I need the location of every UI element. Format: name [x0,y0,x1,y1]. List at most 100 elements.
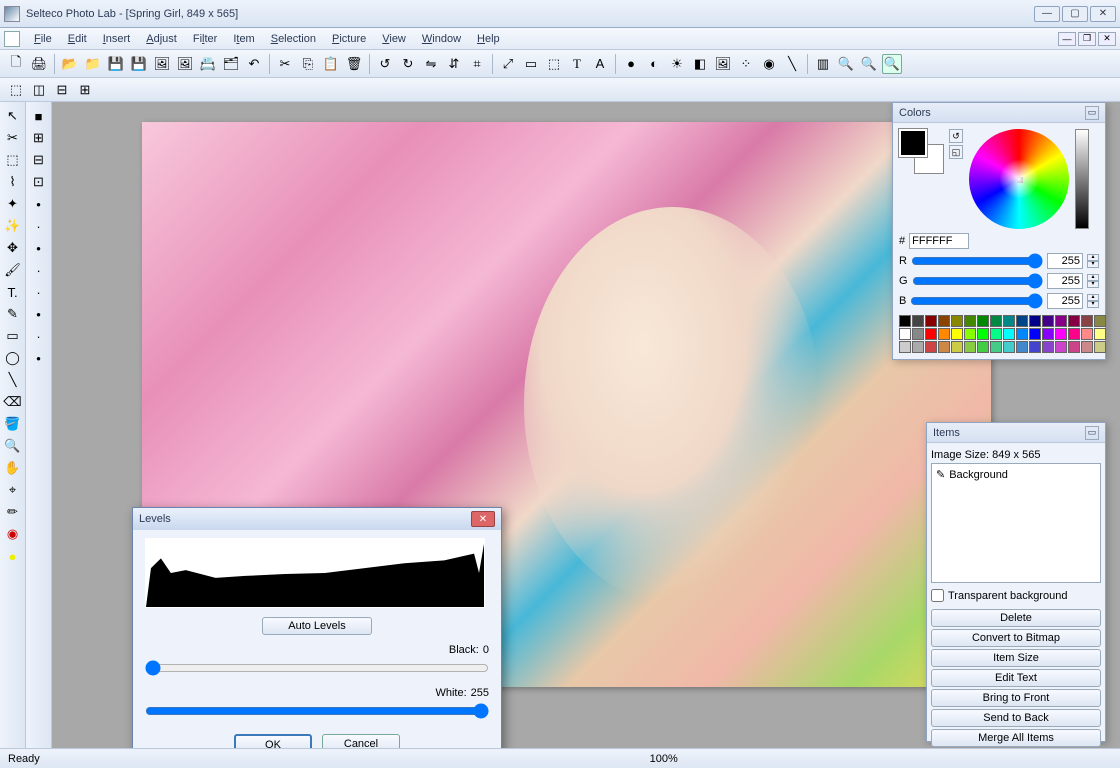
image-icon[interactable]: 🖼 [713,54,733,74]
sel-grow-icon[interactable]: ⊞ [75,80,95,100]
new-icon[interactable]: 🗋 [6,54,26,74]
r-dn[interactable]: ▾ [1087,261,1099,268]
palette-swatch[interactable] [951,315,963,327]
r-up[interactable]: ▴ [1087,254,1099,261]
rotate-left-icon[interactable]: ↺ [375,54,395,74]
palette-swatch[interactable] [951,328,963,340]
brush-dot1[interactable]: • [28,194,50,214]
palette-swatch[interactable] [938,341,950,353]
hex-input[interactable] [909,233,969,249]
palette-swatch[interactable] [1003,315,1015,327]
sel-shrink-icon[interactable]: ⊟ [52,80,72,100]
levels-close-icon[interactable]: ✕ [471,511,495,527]
items-close-icon[interactable]: ▭ [1085,426,1099,440]
menu-help[interactable]: Help [469,31,508,47]
brush-dot6[interactable]: • [28,304,50,324]
palette-swatch[interactable] [1003,341,1015,353]
canvas-viewport[interactable]: Colors ▭ ↺ ◱ # [52,102,1120,748]
list-item[interactable]: ✎ Background [934,466,1098,483]
cancel-button[interactable]: Cancel [322,734,400,748]
b-slider[interactable] [910,293,1043,309]
r-slider[interactable] [911,253,1043,269]
eyedropper-tool[interactable]: ✎ [2,304,24,324]
palette-swatch[interactable] [912,315,924,327]
levels-titlebar[interactable]: Levels ✕ [133,508,501,530]
brush-tool[interactable]: 🖌 [2,260,24,280]
palette-swatch[interactable] [1016,341,1028,353]
eraser-tool[interactable]: ⌫ [2,392,24,412]
mdi-close[interactable]: ✕ [1098,32,1116,46]
palette-swatch[interactable] [1068,341,1080,353]
palette-swatch[interactable] [1055,315,1067,327]
palette-swatch[interactable] [1042,328,1054,340]
menu-filter[interactable]: Filter [185,31,225,47]
palette-swatch[interactable] [938,315,950,327]
shape-add-icon[interactable]: ⊞ [28,128,50,148]
palette-swatch[interactable] [925,341,937,353]
text-tool-icon[interactable]: T [567,54,587,74]
palette-swatch[interactable] [899,328,911,340]
palette-swatch[interactable] [964,341,976,353]
palette-swatch[interactable] [899,315,911,327]
color-balance-icon[interactable]: ⁘ [736,54,756,74]
auto-levels-button[interactable]: Auto Levels [262,617,372,635]
menu-edit[interactable]: Edit [60,31,95,47]
items-list[interactable]: ✎ Background [931,463,1101,583]
palette-swatch[interactable] [1042,315,1054,327]
palette-swatch[interactable] [1094,315,1106,327]
menu-adjust[interactable]: Adjust [138,31,185,47]
palette-swatch[interactable] [1042,341,1054,353]
selection-tool-icon[interactable]: ⬚ [544,54,564,74]
pointer-tool[interactable]: ↖ [2,106,24,126]
palette-swatch[interactable] [990,328,1002,340]
colors-header[interactable]: Colors ▭ [893,103,1105,123]
palette-swatch[interactable] [912,341,924,353]
palette-swatch[interactable] [925,315,937,327]
palette-swatch[interactable] [1081,328,1093,340]
font-icon[interactable]: A [590,54,610,74]
front-button[interactable]: Bring to Front [931,689,1101,707]
circle-icon[interactable]: ● [621,54,641,74]
palette-swatch[interactable] [1055,341,1067,353]
crop-icon[interactable]: ⌗ [467,54,487,74]
rotate-right-icon[interactable]: ↻ [398,54,418,74]
shape-sub-icon[interactable]: ⊟ [28,150,50,170]
highlight-tool[interactable]: ● [2,546,24,566]
import-icon[interactable]: 🖼 [175,54,195,74]
palette-swatch[interactable] [977,328,989,340]
hand-tool[interactable]: ✋ [2,458,24,478]
palette-swatch[interactable] [1081,341,1093,353]
shape-int-icon[interactable]: ⊡ [28,172,50,192]
menu-view[interactable]: View [374,31,414,47]
export-icon[interactable]: 🖼 [152,54,172,74]
browse-icon[interactable]: 🗂 [221,54,241,74]
transparent-checkbox[interactable] [931,589,944,602]
brush-dot2[interactable]: · [28,216,50,236]
brush-dot7[interactable]: · [28,326,50,346]
convert-button[interactable]: Convert to Bitmap [931,629,1101,647]
resize-icon[interactable]: ⤢ [498,54,518,74]
g-slider[interactable] [912,273,1043,289]
open-icon[interactable]: 📂 [60,54,80,74]
palette-swatch[interactable] [1003,328,1015,340]
palette-swatch[interactable] [1094,341,1106,353]
palette-swatch[interactable] [1029,328,1041,340]
hue-icon[interactable]: ◉ [759,54,779,74]
palette-swatch[interactable] [1068,328,1080,340]
undo-icon[interactable]: ↶ [244,54,264,74]
copy-icon[interactable]: ⎘ [298,54,318,74]
itemsize-button[interactable]: Item Size [931,649,1101,667]
flip-h-icon[interactable]: ⇋ [421,54,441,74]
palette-swatch[interactable] [899,341,911,353]
polygon-tool[interactable]: ✦ [2,194,24,214]
palette-swatch[interactable] [1094,328,1106,340]
r-input[interactable] [1047,253,1083,269]
saveas-icon[interactable]: 💾 [129,54,149,74]
zoom-fit-icon[interactable]: 🔍 [859,54,879,74]
palette-swatch[interactable] [964,315,976,327]
move-tool[interactable]: ✥ [2,238,24,258]
brush-dot3[interactable]: • [28,238,50,258]
palette-swatch[interactable] [925,328,937,340]
palette-swatch[interactable] [990,315,1002,327]
scissors-tool[interactable]: ✂ [2,128,24,148]
